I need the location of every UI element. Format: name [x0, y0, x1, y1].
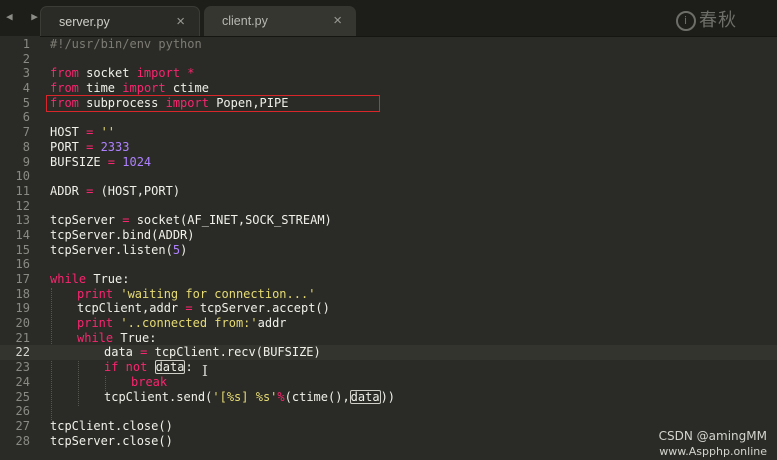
site-url: www.Aspphp.online: [659, 445, 767, 458]
code-line[interactable]: 11 ADDR = (HOST,PORT): [0, 184, 777, 199]
code-line[interactable]: 20 print '..connected from:'addr: [0, 316, 777, 331]
code-line[interactable]: 19 tcpClient,addr = tcpServer.accept(): [0, 301, 777, 316]
code-line[interactable]: 6: [0, 110, 777, 125]
close-icon[interactable]: ×: [176, 13, 185, 30]
code-line[interactable]: 23 if not data:: [0, 360, 777, 375]
code-line[interactable]: 14 tcpServer.bind(ADDR): [0, 228, 777, 243]
code-line[interactable]: 25 tcpClient.send('[%s] %s'%(ctime(),data…: [0, 389, 777, 405]
code-line[interactable]: 12: [0, 199, 777, 214]
tab-nav-arrows-icon[interactable]: ◀ ▶: [6, 10, 44, 23]
code-line[interactable]: 1 #!/usr/bin/env python: [0, 37, 777, 52]
tab-server-py[interactable]: server.py ×: [40, 6, 200, 36]
tab-client-py[interactable]: client.py ×: [204, 6, 356, 36]
code-line[interactable]: 17 while True:: [0, 272, 777, 287]
code-line[interactable]: 15 tcpServer.listen(5): [0, 243, 777, 258]
selected-word-match: data: [154, 360, 186, 375]
tab-label: server.py: [59, 15, 110, 29]
code-line[interactable]: 3 from socket import *: [0, 66, 777, 81]
tab-bar: ◀ ▶ server.py × client.py × i 春秋: [0, 0, 777, 37]
watermark-footer: CSDN @amingMM www.Aspphp.online: [659, 429, 767, 458]
code-line[interactable]: 24 break: [0, 375, 777, 390]
code-line[interactable]: 16: [0, 257, 777, 272]
code-line[interactable]: 21 while True:: [0, 331, 777, 346]
code-line[interactable]: 8 PORT = 2333: [0, 140, 777, 155]
code-line[interactable]: 7 HOST = '': [0, 125, 777, 140]
mouse-ibeam-cursor-icon: I: [202, 362, 208, 380]
red-highlight-box: [46, 95, 380, 112]
code-line[interactable]: 9 BUFSIZE = 1024: [0, 155, 777, 170]
code-line[interactable]: 26: [0, 404, 777, 419]
close-icon[interactable]: ×: [333, 12, 342, 29]
code-line[interactable]: 18 print 'waiting for connection...': [0, 287, 777, 302]
tab-label: client.py: [222, 14, 268, 28]
code-line[interactable]: 13 tcpServer = socket(AF_INET,SOCK_STREAM…: [0, 213, 777, 228]
csdn-credit: CSDN @amingMM: [658, 429, 767, 443]
selected-word-match: data: [349, 389, 381, 404]
watermark-text: 春秋: [699, 10, 737, 31]
text-cursor-word: data: [104, 345, 133, 360]
code-line[interactable]: 4 from time import ctime: [0, 81, 777, 96]
code-line[interactable]: 2: [0, 52, 777, 67]
code-line[interactable]: 10: [0, 169, 777, 184]
watermark-logo: i 春秋: [676, 6, 737, 32]
watermark-logo-icon: i: [676, 11, 696, 31]
code-line-current[interactable]: 22 data = tcpClient.recv(BUFSIZE): [0, 345, 777, 361]
